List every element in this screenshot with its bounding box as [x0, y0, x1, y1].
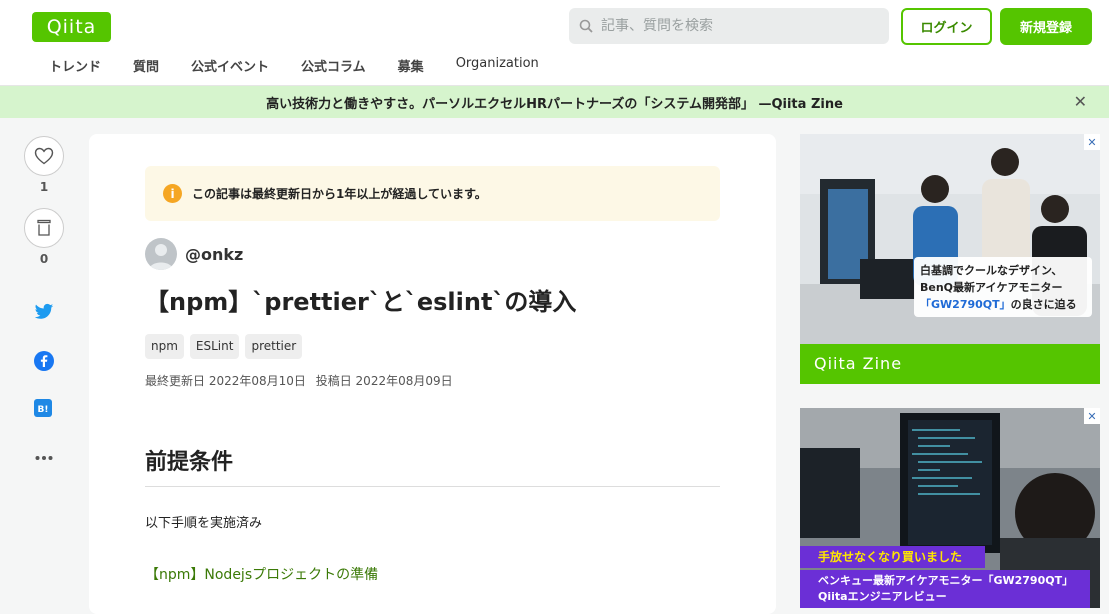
- qiita-logo[interactable]: Qiita: [32, 12, 111, 42]
- nav-item-trend[interactable]: トレンド: [49, 56, 101, 75]
- stock-count: 0: [39, 252, 49, 266]
- info-icon: i: [163, 184, 182, 203]
- login-button[interactable]: ログイン: [901, 8, 992, 45]
- ad-1-caption-line1: 白基調でクールなデザイン、: [920, 264, 1063, 277]
- updated-date: 最終更新日 2022年08月10日: [145, 374, 306, 388]
- nav-item-columns[interactable]: 公式コラム: [301, 56, 366, 75]
- ad-1-image: [800, 134, 1100, 384]
- nav-item-events[interactable]: 公式イベント: [191, 56, 269, 75]
- nav-item-questions[interactable]: 質問: [133, 56, 159, 75]
- section-heading: 前提条件: [145, 444, 720, 487]
- author-name[interactable]: @onkz: [185, 245, 243, 264]
- ad-choices-icon[interactable]: ✕: [1084, 408, 1100, 424]
- ad-2-caption-line3: Qiitaエンジニアレビュー: [818, 590, 947, 603]
- ad-choices-icon[interactable]: ✕: [1084, 134, 1100, 150]
- outdated-notice: i この記事は最終更新日から1年以上が経過しています。: [145, 166, 720, 221]
- stock-button[interactable]: [24, 208, 64, 248]
- tag-list: npm ESLint prettier: [145, 334, 303, 359]
- avatar[interactable]: [145, 238, 177, 270]
- site-header: Qiita ログイン 新規登録 トレンド 質問 公式イベント 公式コラム 募集 …: [0, 0, 1109, 86]
- author[interactable]: @onkz: [145, 238, 243, 270]
- svg-text:B!: B!: [38, 405, 49, 415]
- ad-2-caption-line1: 手放せなくなり買いました: [818, 550, 963, 564]
- stock-icon: [37, 219, 51, 236]
- sidebar-ad-2[interactable]: 手放せなくなり買いました ベンキュー最新アイケアモニター「GW2790QT」 Q…: [800, 408, 1100, 608]
- facebook-icon: [34, 351, 54, 371]
- article-title: 【npm】`prettier`と`eslint`の導入: [145, 288, 577, 316]
- search-icon: [579, 19, 593, 33]
- tag-npm[interactable]: npm: [145, 334, 184, 359]
- ad-1-caption-line2: BenQ最新アイケアモニター: [920, 281, 1063, 294]
- ad-2-caption-line2: ベンキュー最新アイケアモニター「GW2790QT」: [818, 574, 1074, 587]
- twitter-share[interactable]: [34, 303, 54, 323]
- nav-item-recruit[interactable]: 募集: [398, 56, 424, 75]
- facebook-share[interactable]: [34, 351, 54, 371]
- like-button[interactable]: [24, 136, 64, 176]
- ad-1-caption-model: 「GW2790QT」: [920, 298, 1011, 311]
- action-rail: 1 0: [24, 136, 64, 266]
- search-box[interactable]: [569, 8, 889, 44]
- heart-icon: [34, 147, 54, 165]
- ad-1-caption: 白基調でクールなデザイン、 BenQ最新アイケアモニター 「GW2790QT」の…: [920, 262, 1077, 313]
- promo-banner[interactable]: 高い技術力と働きやすさ。パーソルエクセルHRパートナーズの「システム開発部」 —…: [0, 86, 1109, 118]
- ad-1-caption-line3: の良さに迫る: [1010, 298, 1077, 311]
- more-icon: [35, 456, 53, 460]
- paragraph: 以下手順を実施済み: [145, 516, 263, 531]
- user-avatar-icon: [149, 244, 173, 270]
- more-menu-button[interactable]: [35, 446, 55, 466]
- tag-prettier[interactable]: prettier: [245, 334, 303, 359]
- sidebar-ad-1[interactable]: 白基調でクールなデザイン、 BenQ最新アイケアモニター 「GW2790QT」の…: [800, 134, 1100, 384]
- outdated-notice-text: この記事は最終更新日から1年以上が経過しています。: [192, 187, 487, 201]
- article-dates: 最終更新日 2022年08月10日 投稿日 2022年08月09日: [145, 372, 459, 389]
- article-card: i この記事は最終更新日から1年以上が経過しています。 @onkz 【npm】`…: [89, 134, 776, 614]
- close-icon[interactable]: ✕: [1074, 92, 1087, 111]
- search-input[interactable]: [601, 18, 871, 34]
- like-count: 1: [39, 180, 49, 194]
- prerequisite-link[interactable]: 【npm】Nodejsプロジェクトの準備: [145, 564, 378, 584]
- posted-date: 投稿日 2022年08月09日: [315, 374, 453, 388]
- twitter-icon: [34, 303, 54, 319]
- nav-item-organization[interactable]: Organization: [456, 56, 539, 75]
- hatena-share[interactable]: B!: [34, 399, 54, 419]
- global-nav: トレンド 質問 公式イベント 公式コラム 募集 Organization: [49, 56, 571, 75]
- hatena-bookmark-icon: B!: [34, 399, 52, 417]
- signup-button[interactable]: 新規登録: [1000, 8, 1092, 45]
- tag-eslint[interactable]: ESLint: [189, 334, 240, 359]
- ad-1-brand: Qiita Zine: [814, 354, 903, 373]
- promo-banner-text[interactable]: 高い技術力と働きやすさ。パーソルエクセルHRパートナーズの「システム開発部」 —…: [266, 93, 843, 112]
